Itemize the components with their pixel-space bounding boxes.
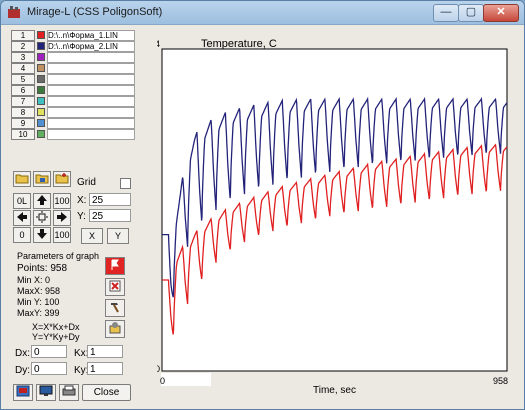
window-content: 1 D:\..n\Форма_1.LIN 2 D:\..n\Форма_2.LIN 3 4…	[7, 25, 518, 403]
series-color-swatch[interactable]	[37, 53, 45, 61]
series-number-button[interactable]: 1	[11, 30, 35, 41]
series-number-button[interactable]: 4	[11, 63, 35, 74]
ky-input[interactable]: 1	[87, 362, 123, 375]
x-axis-label: Time, sec	[313, 385, 356, 395]
arrow-up-icon[interactable]	[33, 193, 51, 209]
arrow-down-icon[interactable]	[33, 227, 51, 243]
y-tick-max: 454	[157, 39, 160, 49]
chart-title: Temperature, C	[201, 39, 277, 50]
temperature-chart: Temperature, C 454 100 0 958 Time, sec	[157, 39, 513, 395]
series-color-swatch[interactable]	[37, 108, 45, 116]
maximize-button[interactable]: ▢	[458, 4, 484, 22]
series-color-swatch[interactable]	[37, 97, 45, 105]
arrow-right-icon[interactable]	[53, 210, 71, 226]
series-number-button[interactable]: 7	[11, 96, 35, 107]
add-file-icon[interactable]	[53, 171, 71, 187]
close-button[interactable]: Close	[82, 384, 131, 401]
kx-input[interactable]: 1	[87, 345, 123, 358]
print-icon[interactable]	[59, 384, 79, 401]
series-number-button[interactable]: 6	[11, 85, 35, 96]
window-title: Mirage-L (CSS PoligonSoft)	[27, 6, 163, 18]
series-file-field[interactable]	[47, 107, 135, 118]
parameters-heading: Parameters of graph	[17, 251, 100, 261]
center-icon[interactable]	[33, 210, 51, 226]
x-tick-max: 958	[493, 376, 508, 386]
zoom-0l-button[interactable]: 0L	[13, 193, 31, 209]
series-number-button[interactable]: 8	[11, 107, 35, 118]
flag-icon[interactable]	[105, 257, 125, 275]
dx-label: Dx:	[15, 348, 30, 359]
series-color-swatch[interactable]	[37, 130, 45, 138]
plot-area	[161, 48, 508, 372]
open-folder-icon[interactable]	[13, 171, 31, 187]
app-icon	[8, 6, 20, 18]
dy-label: Dy:	[15, 365, 30, 376]
save-icon[interactable]	[33, 171, 51, 187]
series-number-button[interactable]: 5	[11, 74, 35, 85]
points-text: Points: 958	[17, 263, 68, 274]
series-color-swatch[interactable]	[37, 64, 45, 72]
main-window: Mirage-L (CSS PoligonSoft) — ▢ ✕ 1 D:\..n…	[0, 0, 525, 410]
series-number-button[interactable]: 10	[11, 129, 35, 140]
series-file-field[interactable]	[47, 74, 135, 85]
series-color-swatch[interactable]	[37, 75, 45, 83]
grid-x-input[interactable]: 25	[89, 193, 131, 206]
series-file-field[interactable]	[47, 129, 135, 140]
clear-x-button[interactable]: X	[81, 228, 103, 244]
clear-y-button[interactable]: Y	[107, 228, 129, 244]
series-file-field[interactable]	[47, 96, 135, 107]
series-color-swatch[interactable]	[37, 31, 45, 39]
x-position-box	[161, 373, 211, 386]
series-file-field[interactable]	[47, 63, 135, 74]
formula-y-text: Y=Y*Ky+Dy	[32, 332, 80, 342]
max-y-text: MaxY: 399	[17, 308, 60, 318]
series-number-button[interactable]: 9	[11, 118, 35, 129]
series-number-button[interactable]: 3	[11, 52, 35, 63]
close-window-button[interactable]: ✕	[483, 4, 519, 22]
min-y-text: Min Y: 100	[17, 297, 60, 307]
series-number-button[interactable]: 2	[11, 41, 35, 52]
dy-input[interactable]: 0	[31, 362, 67, 375]
report-icon[interactable]	[13, 384, 33, 401]
series-file-field[interactable]	[47, 85, 135, 96]
series-color-swatch[interactable]	[37, 42, 45, 50]
dx-input[interactable]: 0	[31, 345, 67, 358]
grid-x-label: X:	[77, 195, 87, 206]
series-file-field[interactable]	[47, 52, 135, 63]
x-tick-min: 0	[160, 376, 165, 386]
grid-checkbox[interactable]	[120, 178, 131, 189]
series-file-field[interactable]	[47, 118, 135, 129]
y-tick-min: 100	[157, 364, 160, 374]
title-bar: Mirage-L (CSS PoligonSoft) — ▢ ✕	[1, 1, 524, 25]
monitor-icon[interactable]	[36, 384, 56, 401]
settings-icon[interactable]	[105, 320, 125, 338]
formula-x-text: X=X*Kx+Dx	[32, 322, 80, 332]
series-file-field[interactable]: D:\..n\Форма_1.LIN	[47, 30, 135, 41]
delete-icon[interactable]	[105, 278, 125, 296]
hammer-icon[interactable]	[105, 299, 125, 317]
series-file-field[interactable]: D:\..n\Форма_2.LIN	[47, 41, 135, 52]
max-x-text: MaxX: 958	[17, 286, 61, 296]
min-x-text: Min X: 0	[17, 275, 51, 285]
minimize-button[interactable]: —	[433, 4, 459, 22]
grid-y-input[interactable]: 25	[89, 209, 131, 222]
grid-y-label: Y:	[77, 211, 86, 222]
zoom-0-button[interactable]: 0	[13, 227, 31, 243]
arrow-left-icon[interactable]	[13, 210, 31, 226]
series-color-swatch[interactable]	[37, 86, 45, 94]
grid-label: Grid	[77, 177, 96, 188]
zoom-100-button[interactable]: 100	[53, 193, 71, 209]
zoom-100b-button[interactable]: 100	[53, 227, 71, 243]
series-color-swatch[interactable]	[37, 119, 45, 127]
